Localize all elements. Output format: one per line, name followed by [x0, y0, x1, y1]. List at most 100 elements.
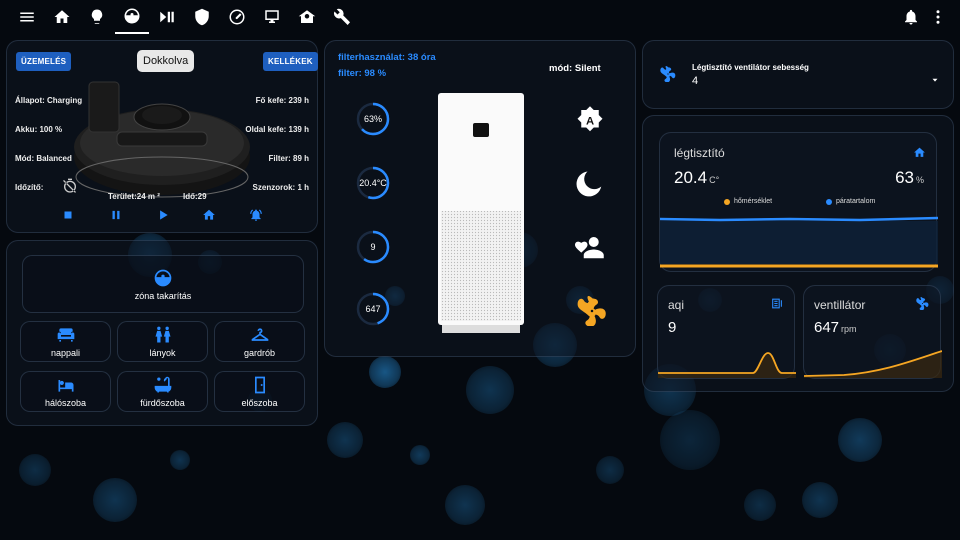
- fan-icon: [916, 297, 929, 310]
- purifier-history-card: légtisztító 20.4 C° 63% hőmérséklet párat…: [659, 132, 938, 272]
- side-brush-label: Oldal kefe: 139 h: [245, 125, 309, 134]
- hanger-icon: [251, 328, 268, 341]
- bokeh-light: [410, 445, 430, 465]
- vacuum-status-chip: Dokkolva: [137, 50, 195, 72]
- robot-vacuum-icon: [154, 269, 172, 286]
- lightbulb-icon[interactable]: [80, 0, 114, 34]
- room-button-furdoszoba[interactable]: fürdőszoba: [117, 371, 208, 412]
- menu-icon[interactable]: [10, 0, 44, 34]
- door-icon: [254, 376, 265, 394]
- rpm-value: 647: [365, 304, 381, 314]
- room-label: hálószoba: [44, 398, 87, 408]
- shield-home-icon[interactable]: [185, 0, 219, 34]
- vacuum-card: ÜZEMELÉS Dokkolva KELLÉKEK Állapot: Char…: [6, 40, 318, 233]
- bokeh-light: [369, 356, 401, 388]
- play-icon[interactable]: [156, 208, 170, 222]
- legend-dot-blue: [826, 198, 832, 205]
- fan-rpm-title: ventillátor: [814, 298, 866, 312]
- bell-icon[interactable]: [898, 0, 924, 34]
- timer-off-icon[interactable]: [62, 178, 78, 194]
- fan-speed-card: Légtisztító ventilátor sebesség 4: [642, 40, 954, 109]
- fan-mode-icon[interactable]: [577, 295, 607, 327]
- return-home-icon[interactable]: [202, 208, 216, 222]
- filter-label: Filter: 89 h: [268, 154, 309, 163]
- time-label: Idő:29: [183, 192, 207, 201]
- fan-rpm-card: ventillátor 647 rpm: [803, 285, 942, 379]
- pause-icon[interactable]: [109, 208, 123, 222]
- bokeh-light: [19, 454, 51, 486]
- dropdown-arrow-icon[interactable]: [930, 75, 940, 85]
- bathtub-icon: [154, 376, 171, 393]
- auto-mode-icon[interactable]: A: [575, 105, 605, 135]
- state-label: Állapot: Charging: [15, 96, 83, 105]
- bokeh-light: [170, 450, 190, 470]
- legend-hum-label: páratartalom: [836, 198, 876, 205]
- rpm-number: 647: [814, 319, 840, 336]
- temperature-ring: 20.4°C: [355, 165, 391, 201]
- room-button-eloszoba[interactable]: előszoba: [214, 371, 305, 412]
- room-button-lanyok[interactable]: lányok: [117, 321, 208, 362]
- top-navigation-bar: [0, 0, 960, 34]
- temperature-value: 20.4°C: [359, 178, 387, 188]
- level-ring: 9: [355, 229, 391, 265]
- legend-temp-label: hőmérséklet: [734, 198, 773, 205]
- bokeh-light: [596, 456, 624, 484]
- monitor-icon[interactable]: [255, 0, 289, 34]
- sofa-icon: [57, 328, 74, 342]
- home-icon[interactable]: [45, 0, 79, 34]
- house-icon[interactable]: [290, 0, 324, 34]
- supplies-button[interactable]: KELLÉKEK: [263, 52, 318, 71]
- fan-icon: [660, 66, 676, 82]
- night-mode-icon[interactable]: [575, 169, 605, 199]
- rpm-unit: rpm: [841, 324, 857, 334]
- bokeh-light: [327, 422, 363, 458]
- purifier-mode-label: mód: Silent: [549, 63, 601, 74]
- room-label: előszoba: [241, 398, 278, 408]
- svg-text:A: A: [586, 115, 594, 127]
- air-purifier-image: [438, 93, 524, 333]
- filter-percent-label: filter: 98 %: [338, 68, 387, 79]
- legend-humidity: páratartalom: [826, 198, 875, 205]
- room-button-nappali[interactable]: nappali: [20, 321, 111, 362]
- rpm-ring: 647: [355, 291, 391, 327]
- operation-button[interactable]: ÜZEMELÉS: [16, 52, 72, 71]
- air-purifier-card: filterhasználat: 38 óra filter: 98 % mód…: [324, 40, 636, 357]
- aqi-filter-icon: [772, 298, 782, 309]
- bokeh-light: [466, 366, 514, 414]
- fan-rpm-graph: [804, 350, 942, 378]
- locate-bell-icon[interactable]: [249, 208, 263, 222]
- legend-temperature: hőmérséklet: [724, 198, 772, 205]
- play-pause-icon[interactable]: [150, 0, 184, 34]
- favorite-mode-icon[interactable]: [575, 232, 605, 262]
- girls-icon: [155, 326, 170, 343]
- wrench-icon[interactable]: [325, 0, 359, 34]
- history-graph: [660, 216, 938, 268]
- robot-vacuum-icon[interactable]: [115, 0, 149, 34]
- gauge-icon[interactable]: [220, 0, 254, 34]
- timer-label: Időzítő:: [15, 183, 44, 192]
- sensor-group-card: légtisztító 20.4 C° 63% hőmérséklet párat…: [642, 115, 954, 392]
- zones-card: zóna takarítás nappali lányok gardrób há…: [6, 240, 318, 426]
- more-vert-icon[interactable]: [925, 0, 951, 34]
- legend-dot-orange: [724, 198, 730, 205]
- zone-clean-label: zóna takarítás: [134, 290, 192, 301]
- aqi-graph: [658, 352, 796, 378]
- fan-rpm-value: 647 rpm: [814, 319, 857, 336]
- area-label: Terület:24 m ²: [108, 192, 160, 201]
- bokeh-light: [660, 410, 720, 470]
- room-button-haloszoba[interactable]: hálószoba: [20, 371, 111, 412]
- bokeh-light: [802, 482, 838, 518]
- room-label: nappali: [50, 348, 81, 358]
- home-icon: [914, 147, 925, 157]
- aqi-title: aqi: [668, 298, 685, 312]
- fan-speed-select[interactable]: 4: [692, 75, 698, 87]
- room-button-gardrob[interactable]: gardrób: [214, 321, 305, 362]
- stop-icon[interactable]: [61, 208, 75, 222]
- zone-clean-button[interactable]: zóna takarítás: [22, 255, 304, 313]
- history-title: légtisztító: [674, 146, 725, 160]
- bokeh-light: [838, 418, 882, 462]
- mode-label: Mód: Balanced: [15, 154, 72, 163]
- aqi-value: 9: [668, 319, 677, 336]
- fan-speed-label: Légtisztító ventilátor sebesség: [692, 63, 809, 72]
- filter-usage-label: filterhasználat: 38 óra: [338, 52, 436, 63]
